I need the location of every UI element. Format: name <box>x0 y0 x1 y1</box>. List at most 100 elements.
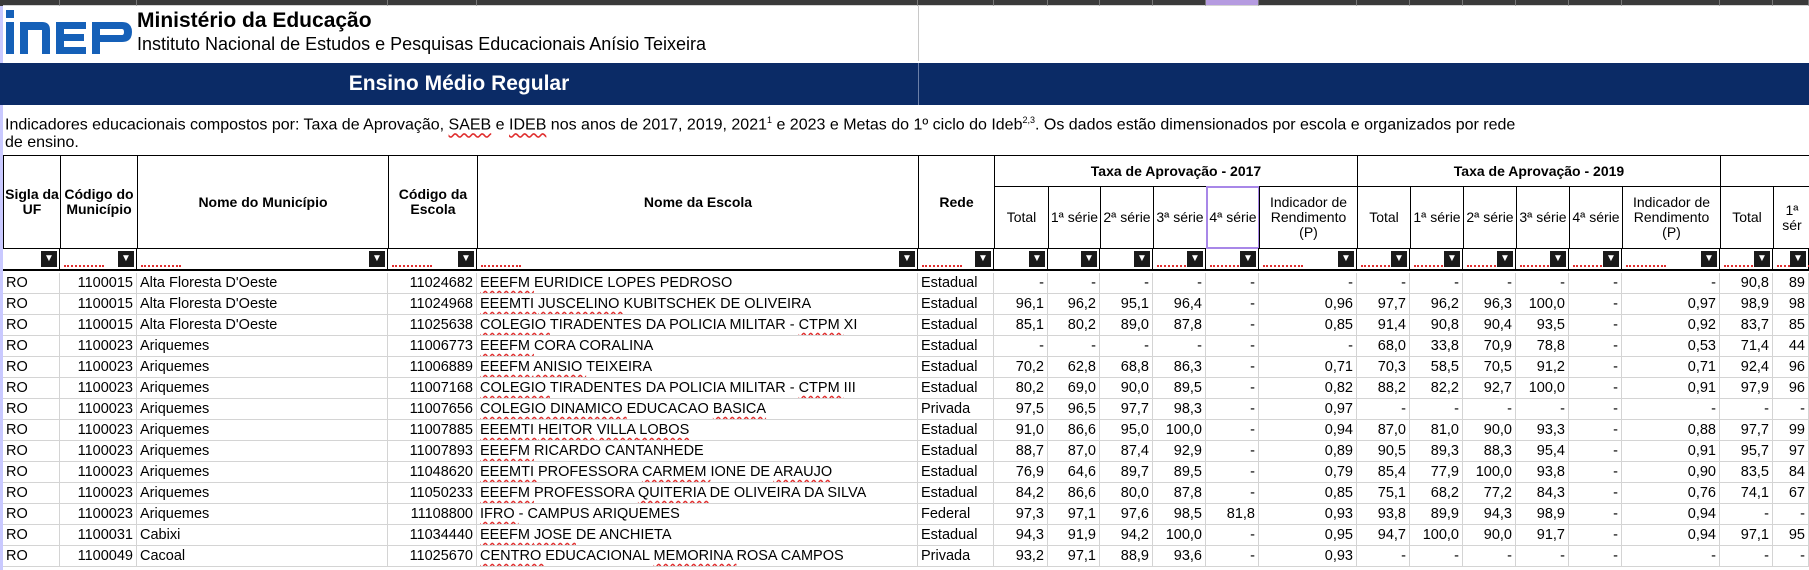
table-cell[interactable]: RO <box>3 336 60 357</box>
table-cell[interactable]: RO <box>3 294 60 315</box>
table-cell[interactable]: 89,7 <box>1100 462 1153 483</box>
table-cell[interactable]: - <box>1622 273 1720 294</box>
table-cell[interactable]: 95,0 <box>1100 420 1153 441</box>
municipality-cell[interactable]: Ariquemes <box>137 483 388 504</box>
table-cell[interactable]: 96,2 <box>1410 294 1463 315</box>
municipality-cell[interactable]: Alta Floresta D'Oeste <box>137 315 388 336</box>
table-cell[interactable]: 88,9 <box>1100 546 1153 567</box>
table-cell[interactable]: 77,9 <box>1410 462 1463 483</box>
table-cell[interactable]: 88,2 <box>1357 378 1410 399</box>
table-cell[interactable]: 0,93 <box>1259 546 1357 567</box>
table-cell[interactable]: 1100023 <box>60 483 137 504</box>
table-cell[interactable]: 70,5 <box>1463 357 1516 378</box>
table-cell[interactable]: - <box>1048 273 1100 294</box>
table-cell[interactable]: RO <box>3 525 60 546</box>
table-cell[interactable]: - <box>1463 546 1516 567</box>
table-cell[interactable]: Estadual <box>918 462 994 483</box>
table-cell[interactable]: - <box>1206 315 1259 336</box>
table-cell[interactable]: 11006889 <box>388 357 477 378</box>
table-cell[interactable]: 85,4 <box>1357 462 1410 483</box>
table-cell[interactable]: - <box>1569 420 1622 441</box>
table-cell[interactable]: - <box>1259 336 1357 357</box>
table-cell[interactable]: 97,1 <box>1048 504 1100 525</box>
table-cell[interactable]: - <box>1569 315 1622 336</box>
school-name-cell[interactable]: EEEFM PROFESSORA QUITERIA DE OLIVEIRA DA… <box>477 483 918 504</box>
table-cell[interactable]: Estadual <box>918 273 994 294</box>
school-name-cell[interactable]: EEEMTI PROFESSORA CARMEM IONE DE ARAUJO <box>477 462 918 483</box>
dropdown-arrow-icon[interactable]: ▼ <box>369 251 385 267</box>
table-cell[interactable]: RO <box>3 504 60 525</box>
table-cell[interactable]: 11007656 <box>388 399 477 420</box>
table-cell[interactable]: 94,3 <box>1463 504 1516 525</box>
column-letter-cell[interactable] <box>477 0 918 6</box>
table-cell[interactable]: 90,8 <box>1720 273 1773 294</box>
table-cell[interactable]: RO <box>3 357 60 378</box>
table-cell[interactable]: 97,7 <box>1720 420 1773 441</box>
table-cell[interactable]: - <box>1569 336 1622 357</box>
table-cell[interactable]: 85,1 <box>994 315 1048 336</box>
table-cell[interactable]: Estadual <box>918 420 994 441</box>
table-cell[interactable]: 81,8 <box>1206 504 1259 525</box>
table-cell[interactable]: 11007885 <box>388 420 477 441</box>
table-cell[interactable]: - <box>1100 273 1153 294</box>
table-cell[interactable]: - <box>1569 483 1622 504</box>
table-cell[interactable]: 0,97 <box>1259 399 1357 420</box>
table-cell[interactable]: 1100023 <box>60 357 137 378</box>
column-letter-cell[interactable] <box>1463 0 1516 6</box>
table-cell[interactable]: - <box>1569 357 1622 378</box>
table-cell[interactable]: Estadual <box>918 336 994 357</box>
table-cell[interactable]: 68,8 <box>1100 357 1153 378</box>
table-cell[interactable]: - <box>1048 336 1100 357</box>
school-name-cell[interactable]: COLEGIO TIRADENTES DA POLICIA MILITAR - … <box>477 315 918 336</box>
table-cell[interactable]: 96 <box>1773 357 1809 378</box>
table-cell[interactable]: - <box>1357 546 1410 567</box>
dropdown-arrow-icon[interactable]: ▼ <box>1754 251 1770 267</box>
table-cell[interactable]: - <box>1516 546 1569 567</box>
table-cell[interactable]: RO <box>3 483 60 504</box>
table-cell[interactable]: 90,8 <box>1410 315 1463 336</box>
table-cell[interactable]: 0,95 <box>1259 525 1357 546</box>
table-cell[interactable]: 87,8 <box>1153 483 1206 504</box>
table-cell[interactable]: 82,2 <box>1410 378 1463 399</box>
table-cell[interactable]: Estadual <box>918 378 994 399</box>
table-cell[interactable]: 84,2 <box>994 483 1048 504</box>
column-letter-cell[interactable] <box>994 0 1048 6</box>
table-cell[interactable]: 70,3 <box>1357 357 1410 378</box>
table-cell[interactable]: 97,9 <box>1720 378 1773 399</box>
table-cell[interactable]: Federal <box>918 504 994 525</box>
column-letter-cell[interactable] <box>1410 0 1463 6</box>
table-cell[interactable]: 99 <box>1773 420 1809 441</box>
table-cell[interactable]: - <box>1463 273 1516 294</box>
school-name-cell[interactable]: IFRO - CAMPUS ARIQUEMES <box>477 504 918 525</box>
municipality-cell[interactable]: Ariquemes <box>137 504 388 525</box>
table-cell[interactable]: 93,8 <box>1516 462 1569 483</box>
table-cell[interactable]: Privada <box>918 399 994 420</box>
table-cell[interactable]: - <box>1569 273 1622 294</box>
table-cell[interactable]: - <box>1569 546 1622 567</box>
table-cell[interactable]: 97 <box>1773 441 1809 462</box>
table-cell[interactable]: 11108800 <box>388 504 477 525</box>
municipality-cell[interactable]: Cabixi <box>137 525 388 546</box>
municipality-cell[interactable]: Ariquemes <box>137 420 388 441</box>
table-cell[interactable]: 100,0 <box>1153 525 1206 546</box>
table-cell[interactable]: 1100023 <box>60 504 137 525</box>
dropdown-arrow-icon[interactable]: ▼ <box>975 251 991 267</box>
table-cell[interactable]: 70,9 <box>1463 336 1516 357</box>
table-cell[interactable]: 89,3 <box>1410 441 1463 462</box>
column-letter-cell[interactable] <box>1100 0 1153 6</box>
table-cell[interactable]: 96,5 <box>1048 399 1100 420</box>
table-cell[interactable]: - <box>1206 336 1259 357</box>
table-cell[interactable]: 0,85 <box>1259 315 1357 336</box>
school-name-cell[interactable]: COLEGIO TIRADENTES DA POLICIA MILITAR - … <box>477 378 918 399</box>
column-letter-cell[interactable] <box>60 0 137 6</box>
table-cell[interactable]: 87,4 <box>1100 441 1153 462</box>
table-cell[interactable]: 86,6 <box>1048 483 1100 504</box>
school-name-cell[interactable]: EEEFM RICARDO CANTANHEDE <box>477 441 918 462</box>
table-cell[interactable]: 0,94 <box>1622 504 1720 525</box>
table-cell[interactable]: 80,2 <box>994 378 1048 399</box>
table-cell[interactable]: 1100023 <box>60 336 137 357</box>
table-cell[interactable]: 85 <box>1773 315 1809 336</box>
table-cell[interactable]: 0,93 <box>1259 504 1357 525</box>
table-cell[interactable]: 11024682 <box>388 273 477 294</box>
column-letter-cell[interactable] <box>1357 0 1410 6</box>
